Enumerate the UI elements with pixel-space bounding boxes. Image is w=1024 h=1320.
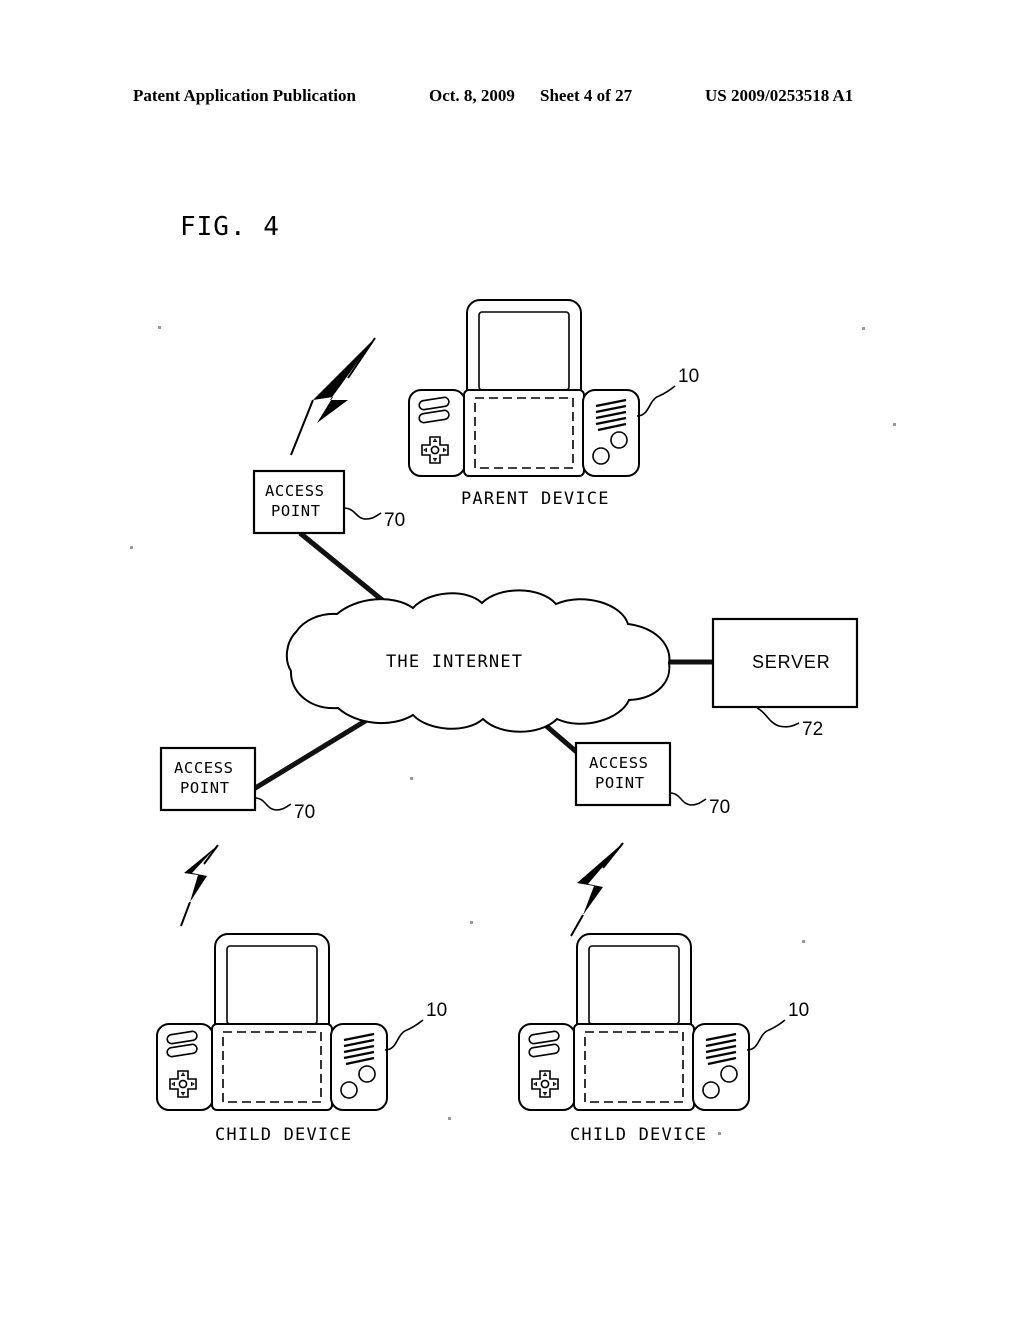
figure-diagram: 10 PARENT DEVICE ACCESS POINT 70 THE INT…	[130, 299, 896, 1145]
child-device-right[interactable]: 10 CHILD DEVICE	[518, 933, 809, 1145]
internet-label: THE INTERNET	[386, 652, 523, 672]
child-device-left-label: CHILD DEVICE	[215, 1125, 352, 1145]
wireless-link-parent	[290, 337, 376, 456]
parent-device-ref: 10	[678, 366, 699, 387]
access-point-bottom-right-ref: 70	[709, 797, 730, 818]
child-device-left[interactable]: 10 CHILD DEVICE	[156, 933, 447, 1145]
access-point-top-ref: 70	[384, 510, 405, 531]
link-ap-top-to-internet	[298, 531, 394, 610]
access-point-bottom-right-line1: ACCESS	[589, 754, 649, 772]
child-device-right-ref: 10	[788, 1000, 809, 1021]
access-point-top-line2: POINT	[271, 502, 321, 520]
access-point-top[interactable]: ACCESS POINT 70	[252, 469, 405, 535]
leader-line-ap-top-ref	[344, 507, 382, 520]
access-point-bottom-left-line2: POINT	[180, 779, 230, 797]
leader-line-parent-ref	[636, 385, 676, 417]
access-point-bottom-right[interactable]: ACCESS POINT 70	[574, 741, 730, 818]
wireless-link-child-right	[570, 842, 624, 937]
access-point-bottom-left-ref: 70	[294, 802, 315, 823]
server-node[interactable]: SERVER 72	[711, 617, 859, 740]
access-point-top-line1: ACCESS	[265, 482, 325, 500]
link-internet-to-ap-left	[250, 709, 382, 793]
server-ref: 72	[802, 719, 823, 740]
parent-device-label: PARENT DEVICE	[461, 489, 610, 509]
leader-line-ap-left-ref	[255, 797, 292, 811]
handheld-game-console-icon	[518, 933, 750, 1111]
handheld-game-console-icon	[408, 299, 640, 477]
server-label: SERVER	[752, 652, 831, 672]
child-device-right-label: CHILD DEVICE	[570, 1125, 707, 1145]
handheld-game-console-icon	[156, 933, 388, 1111]
internet-cloud[interactable]: THE INTERNET	[285, 589, 671, 733]
child-device-left-ref: 10	[426, 1000, 447, 1021]
leader-line-server-ref	[756, 707, 800, 728]
leader-line-ap-right-ref	[670, 792, 707, 806]
access-point-bottom-left[interactable]: ACCESS POINT 70	[159, 746, 315, 823]
wireless-link-child-left	[180, 844, 219, 927]
access-point-bottom-right-line2: POINT	[595, 774, 645, 792]
leader-line-child-left-ref	[384, 1019, 424, 1051]
parent-device[interactable]: 10 PARENT DEVICE	[408, 299, 699, 509]
leader-line-child-right-ref	[746, 1019, 786, 1051]
access-point-bottom-left-line1: ACCESS	[174, 759, 234, 777]
